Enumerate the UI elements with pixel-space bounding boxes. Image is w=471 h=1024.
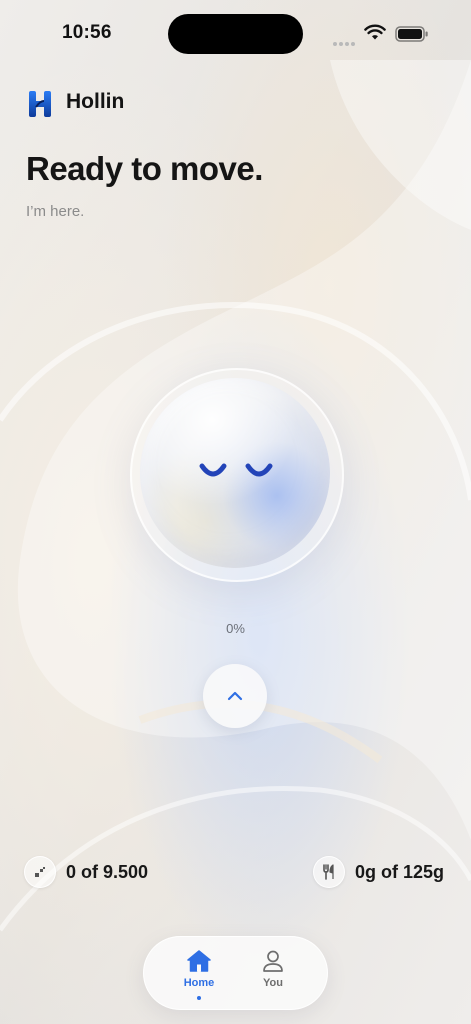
steps-icon bbox=[24, 856, 56, 888]
app-name: Hollin bbox=[66, 90, 125, 113]
page-subtitle: I’m here. bbox=[26, 203, 85, 220]
status-bar: 10:56 bbox=[0, 0, 471, 60]
wifi-icon bbox=[364, 24, 386, 40]
dynamic-island bbox=[168, 14, 303, 54]
cellular-signal-icon bbox=[333, 33, 357, 51]
screen: 10:56 Hollin Ready to move. I’m here. 0%… bbox=[0, 0, 471, 1024]
tab-home-label: Home bbox=[183, 977, 215, 989]
hollin-logo bbox=[29, 91, 51, 117]
expand-up-button[interactable] bbox=[203, 664, 267, 728]
tab-you-label: You bbox=[263, 977, 283, 989]
fork-knife-icon bbox=[313, 856, 345, 888]
tab-home[interactable]: Home bbox=[169, 949, 229, 1001]
active-tab-indicator bbox=[197, 996, 201, 1000]
status-time: 10:56 bbox=[62, 22, 112, 43]
closed-eyes-icon bbox=[199, 463, 273, 477]
home-icon bbox=[187, 950, 211, 972]
chevron-up-icon bbox=[227, 691, 243, 701]
battery-icon bbox=[395, 26, 428, 42]
food-value: 0g of 125g bbox=[355, 862, 445, 882]
tab-you[interactable]: You bbox=[243, 949, 303, 1001]
steps-value: 0 of 9.500 bbox=[66, 862, 149, 882]
tab-bar: Home You bbox=[143, 936, 328, 1010]
page-title: Ready to move. bbox=[26, 150, 263, 187]
progress-percent: 0% bbox=[226, 621, 245, 636]
person-icon bbox=[263, 950, 283, 972]
